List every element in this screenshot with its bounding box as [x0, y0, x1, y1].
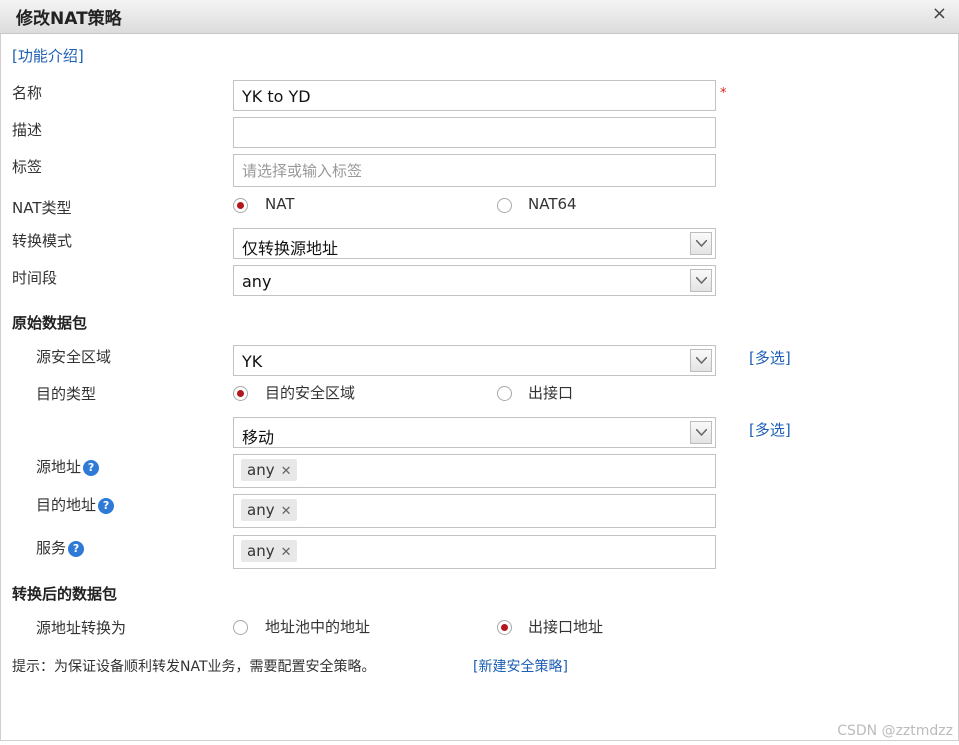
- dst-addr-label: 目的地址?: [36, 494, 115, 515]
- description-input[interactable]: [233, 117, 716, 148]
- src-zone-select[interactable]: YK: [233, 345, 716, 376]
- name-value: YK to YD: [242, 87, 311, 106]
- mode-value: 仅转换源地址: [242, 239, 339, 258]
- egress-interface-radio-label: 出接口: [528, 384, 574, 402]
- time-value: any: [242, 272, 272, 291]
- remove-tag-icon[interactable]: ✕: [281, 504, 292, 519]
- help-icon[interactable]: ?: [68, 541, 85, 557]
- service-tag: any ✕: [241, 540, 298, 562]
- new-security-policy-link[interactable]: [新建安全策略]: [473, 656, 568, 676]
- service-label: 服务?: [36, 537, 85, 558]
- tag-label: 标签: [12, 158, 43, 176]
- original-packet-heading: 原始数据包: [12, 314, 88, 332]
- chevron-down-icon[interactable]: [690, 421, 712, 444]
- time-label: 时间段: [12, 269, 58, 287]
- hint-text: 提示：为保证设备顺利转发NAT业务，需要配置安全策略。: [12, 659, 376, 675]
- nat-type-label: NAT类型: [12, 199, 72, 217]
- feature-intro-link[interactable]: [功能介绍]: [12, 45, 84, 66]
- mode-label: 转换模式: [12, 232, 73, 250]
- address-pool-radio[interactable]: [233, 620, 248, 635]
- nat-radio[interactable]: [233, 198, 248, 213]
- dialog-title: 修改NAT策略: [16, 9, 122, 29]
- mode-select[interactable]: 仅转换源地址: [233, 228, 716, 259]
- src-zone-multiselect-link[interactable]: [多选]: [749, 347, 791, 368]
- src-addr-label: 源地址?: [36, 456, 100, 477]
- remove-tag-icon[interactable]: ✕: [281, 464, 292, 479]
- dest-zone-multiselect-link[interactable]: [多选]: [749, 419, 791, 440]
- nat64-radio[interactable]: [497, 198, 512, 213]
- nat64-radio-label: NAT64: [528, 195, 577, 213]
- remove-tag-icon[interactable]: ✕: [281, 545, 292, 560]
- dest-zone-radio[interactable]: [233, 386, 248, 401]
- service-input[interactable]: any ✕: [233, 535, 716, 569]
- src-zone-label: 源安全区域: [36, 348, 112, 366]
- dest-zone-value: 移动: [242, 428, 275, 447]
- time-select[interactable]: any: [233, 265, 716, 296]
- address-pool-radio-label: 地址池中的地址: [265, 618, 371, 636]
- watermark: CSDN @zztmdzz: [837, 723, 953, 739]
- src-addr-tag: any ✕: [241, 459, 298, 481]
- src-zone-value: YK: [242, 352, 263, 371]
- dst-addr-tag: any ✕: [241, 499, 298, 521]
- name-input[interactable]: YK to YD: [233, 80, 716, 111]
- egress-address-radio[interactable]: [497, 620, 512, 635]
- translated-packet-heading: 转换后的数据包: [12, 585, 118, 603]
- help-icon[interactable]: ?: [83, 460, 100, 476]
- help-icon[interactable]: ?: [98, 498, 115, 514]
- tag-placeholder: 请选择或输入标签: [242, 162, 363, 180]
- required-mark: *: [720, 86, 727, 101]
- dst-addr-input[interactable]: any ✕: [233, 494, 716, 528]
- src-translate-label: 源地址转换为: [36, 619, 127, 637]
- chevron-down-icon[interactable]: [690, 269, 712, 292]
- dest-type-label: 目的类型: [36, 385, 97, 403]
- description-label: 描述: [12, 121, 43, 139]
- dialog-titlebar: 修改NAT策略 ×: [0, 0, 959, 34]
- close-icon[interactable]: ×: [932, 3, 947, 24]
- name-label: 名称: [12, 84, 43, 102]
- chevron-down-icon[interactable]: [690, 349, 712, 372]
- nat-radio-label: NAT: [265, 195, 295, 213]
- egress-interface-radio[interactable]: [497, 386, 512, 401]
- src-addr-input[interactable]: any ✕: [233, 454, 716, 488]
- egress-address-radio-label: 出接口地址: [528, 618, 604, 636]
- dest-zone-radio-label: 目的安全区域: [265, 384, 356, 402]
- tag-input[interactable]: 请选择或输入标签: [233, 154, 716, 187]
- dest-zone-select[interactable]: 移动: [233, 417, 716, 448]
- chevron-down-icon[interactable]: [690, 232, 712, 255]
